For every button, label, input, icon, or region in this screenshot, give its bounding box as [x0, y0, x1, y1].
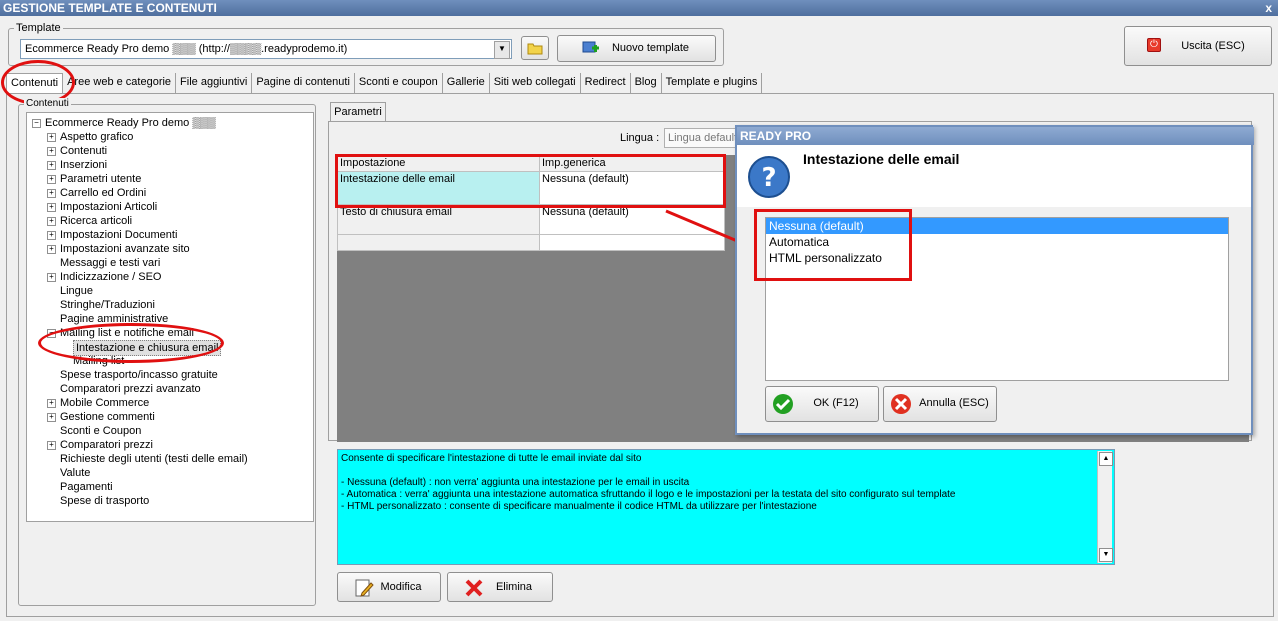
- window-titlebar: GESTIONE TEMPLATE E CONTENUTI x: [0, 0, 1278, 16]
- tree-item[interactable]: Stringhe/Traduzioni: [60, 298, 155, 312]
- edit-icon: [355, 579, 374, 597]
- expand-icon[interactable]: +: [47, 175, 56, 184]
- tree-item[interactable]: Pagamenti: [60, 480, 113, 494]
- new-template-label: Nuovo template: [611, 42, 690, 54]
- options-highlight-box: [754, 209, 912, 281]
- expand-icon[interactable]: +: [47, 161, 56, 170]
- tree-item[interactable]: Comparatori prezzi: [60, 438, 153, 452]
- expand-icon[interactable]: +: [47, 133, 56, 142]
- tab-pagine-di-contenuti[interactable]: Pagine di contenuti: [252, 73, 355, 93]
- expand-icon[interactable]: +: [47, 231, 56, 240]
- grid-cell-empty[interactable]: [337, 234, 540, 251]
- description-line: - HTML personalizzato : consente di spec…: [341, 501, 817, 512]
- expand-icon[interactable]: +: [47, 203, 56, 212]
- tree-item[interactable]: Sconti e Coupon: [60, 424, 141, 438]
- tree-item[interactable]: Comparatori prezzi avanzato: [60, 382, 201, 396]
- ok-label: OK (F12): [813, 397, 859, 409]
- tree-item[interactable]: Parametri utente: [60, 172, 141, 186]
- tree-highlight-oval: [38, 323, 224, 363]
- tab-sconti-e-coupon[interactable]: Sconti e coupon: [355, 73, 443, 93]
- lingua-label: Lingua :: [620, 132, 660, 144]
- chevron-down-icon[interactable]: ▼: [494, 41, 510, 59]
- exit-button[interactable]: ⏻ Uscita (ESC): [1124, 26, 1272, 66]
- tree-item[interactable]: Carrello ed Ordini: [60, 186, 146, 200]
- expand-icon[interactable]: +: [47, 147, 56, 156]
- description-line: - Automatica : verra' aggiunta una intes…: [341, 489, 956, 500]
- grid-highlight-box: [335, 154, 726, 208]
- description-scrollbar[interactable]: ▲ ▼: [1097, 451, 1113, 563]
- tree-item[interactable]: Ricerca articoli: [60, 214, 132, 228]
- ok-button[interactable]: OK (F12): [765, 386, 879, 422]
- tree-item[interactable]: Richieste degli utenti (testi delle emai…: [60, 452, 248, 466]
- checkmark-icon: [773, 394, 793, 414]
- dialog-heading: Intestazione delle email: [803, 151, 960, 167]
- expand-icon[interactable]: +: [47, 273, 56, 282]
- scroll-up-icon[interactable]: ▲: [1099, 452, 1113, 466]
- template-select-value: Ecommerce Ready Pro demo ▒▒▒ (http://▒▒▒…: [25, 43, 348, 55]
- tree-item[interactable]: Contenuti: [60, 144, 107, 158]
- modifica-label: Modifica: [380, 581, 422, 593]
- expand-icon[interactable]: +: [47, 217, 56, 226]
- dialog-title: READY PRO: [737, 127, 1254, 145]
- close-icon[interactable]: x: [1265, 0, 1272, 16]
- contents-tree[interactable]: − Ecommerce Ready Pro demo ▒▒▒ + Aspetto …: [26, 112, 314, 522]
- tab-redirect[interactable]: Redirect: [581, 73, 631, 93]
- template-group-label: Template: [14, 22, 63, 34]
- tree-item[interactable]: Gestione commenti: [60, 410, 155, 424]
- template-select[interactable]: Ecommerce Ready Pro demo ▒▒▒ (http://▒▒▒…: [20, 39, 512, 59]
- contents-group-label: Contenuti: [24, 98, 71, 109]
- collapse-icon[interactable]: −: [32, 119, 41, 128]
- tab-siti-web-collegati[interactable]: Siti web collegati: [490, 73, 581, 93]
- tab-parametri[interactable]: Parametri: [330, 102, 386, 122]
- description-title: Consente di specificare l'intestazione d…: [341, 453, 642, 464]
- new-template-button[interactable]: Nuovo template: [557, 35, 716, 62]
- description-line: - Nessuna (default) : non verra' aggiunt…: [341, 477, 690, 488]
- elimina-label: Elimina: [495, 581, 533, 593]
- question-icon: ?: [748, 156, 790, 198]
- expand-icon[interactable]: +: [47, 441, 56, 450]
- description-box: Consente di specificare l'intestazione d…: [337, 449, 1115, 565]
- main-tabs: Contenuti Aree web e categorie File aggiun…: [6, 73, 763, 95]
- tree-item[interactable]: Spese di trasporto: [60, 494, 149, 508]
- tree-item[interactable]: Impostazioni avanzate sito: [60, 242, 190, 256]
- folder-icon: [527, 43, 543, 55]
- tree-item[interactable]: Lingue: [60, 284, 93, 298]
- svg-text:?: ?: [761, 163, 776, 193]
- grid-cell-setting[interactable]: Testo di chiusura email: [337, 204, 540, 235]
- cancel-label: Annulla (ESC): [919, 397, 989, 409]
- tree-item[interactable]: Indicizzazione / SEO: [60, 270, 162, 284]
- open-folder-button[interactable]: [521, 36, 549, 60]
- tab-blog[interactable]: Blog: [631, 73, 662, 93]
- tree-root[interactable]: Ecommerce Ready Pro demo ▒▒▒: [45, 116, 216, 130]
- window-title: GESTIONE TEMPLATE E CONTENUTI: [3, 1, 217, 15]
- delete-icon: [465, 579, 483, 597]
- expand-icon[interactable]: +: [47, 245, 56, 254]
- tab-template-e-plugins[interactable]: Template e plugins: [662, 73, 763, 93]
- power-icon: ⏻: [1147, 38, 1161, 52]
- cancel-button[interactable]: Annulla (ESC): [883, 386, 997, 422]
- tree-item[interactable]: Messaggi e testi vari: [60, 256, 160, 270]
- tree-item[interactable]: Mobile Commerce: [60, 396, 149, 410]
- elimina-button[interactable]: Elimina: [447, 572, 553, 602]
- cancel-icon: [891, 394, 911, 414]
- dialog-header: ? Intestazione delle email: [737, 145, 1251, 207]
- tree-item[interactable]: Impostazioni Articoli: [60, 200, 157, 214]
- tab-gallerie[interactable]: Gallerie: [443, 73, 490, 93]
- expand-icon[interactable]: +: [47, 189, 56, 198]
- lingua-select[interactable]: Lingua default: [664, 128, 744, 148]
- tree-item[interactable]: Valute: [60, 466, 90, 480]
- tree-item[interactable]: Spese trasporto/incasso gratuite: [60, 368, 218, 382]
- tab-aree-web-e-categorie[interactable]: Aree web e categorie: [63, 73, 177, 93]
- expand-icon[interactable]: +: [47, 399, 56, 408]
- tab-file-aggiuntivi[interactable]: File aggiuntivi: [176, 73, 253, 93]
- modifica-button[interactable]: Modifica: [337, 572, 441, 602]
- scroll-down-icon[interactable]: ▼: [1099, 548, 1113, 562]
- new-template-icon: [582, 41, 599, 53]
- exit-label: Uscita (ESC): [1181, 40, 1245, 52]
- tree-item[interactable]: Impostazioni Documenti: [60, 228, 177, 242]
- expand-icon[interactable]: +: [47, 413, 56, 422]
- tree-item[interactable]: Aspetto grafico: [60, 130, 133, 144]
- tree-item[interactable]: Inserzioni: [60, 158, 107, 172]
